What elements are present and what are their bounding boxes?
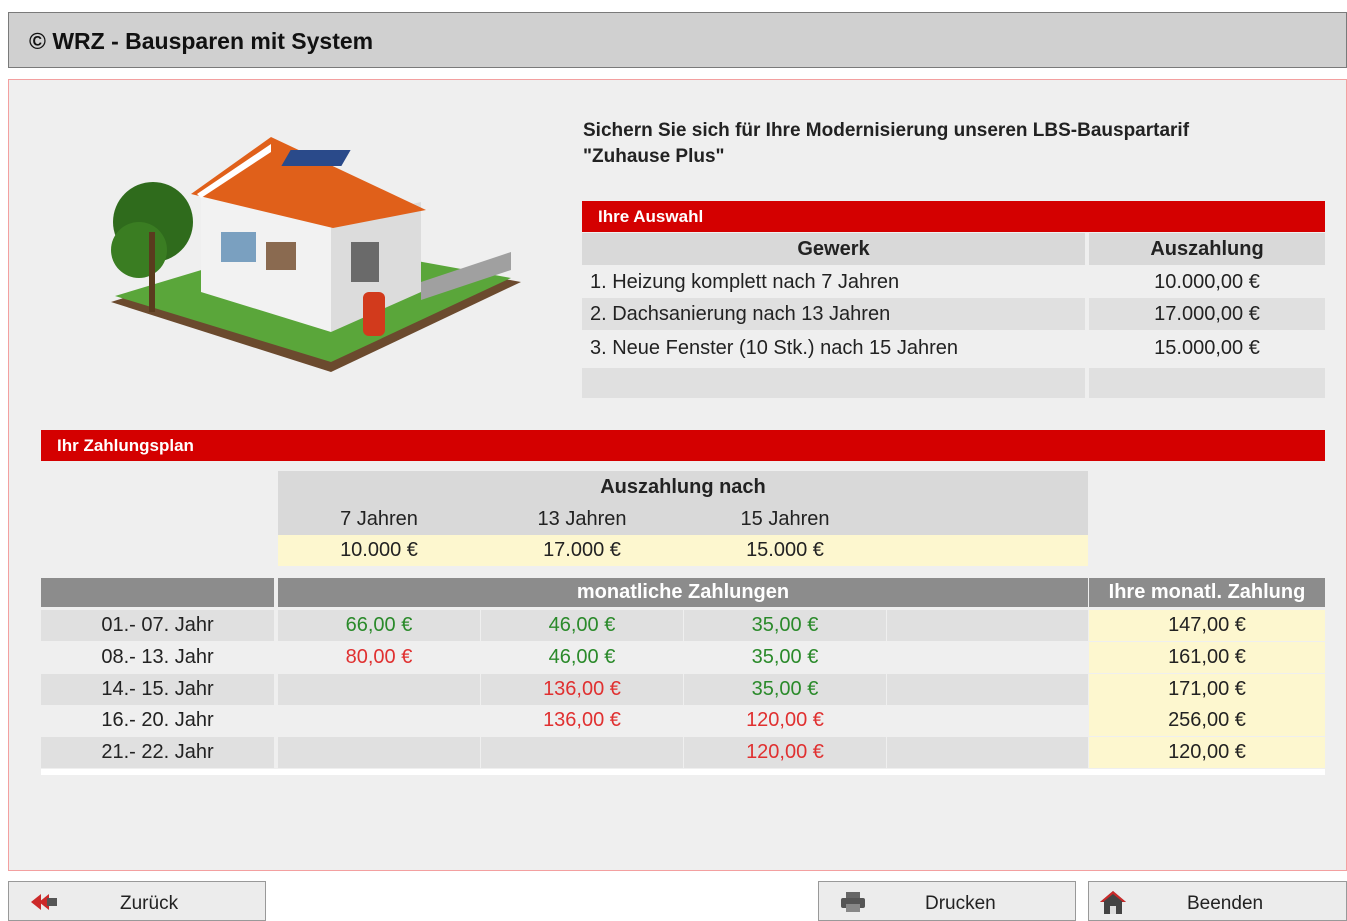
auswahl-row-2-gewerk: 2. Dachsanierung nach 13 Jahren — [582, 298, 1085, 330]
title-bar: © WRZ - Bausparen mit System — [8, 12, 1347, 68]
plan-row-5-total: 120,00 € — [1089, 737, 1325, 768]
plan-row-2-period: 08.- 13. Jahr — [41, 642, 274, 673]
print-button-label: Drucken — [925, 893, 996, 914]
plan-row-3-c2: 136,00 € — [481, 674, 683, 705]
plan-row-1-blank — [887, 610, 1088, 641]
amount-15: 15.000 € — [746, 539, 824, 561]
year-label-15: 15 Jahren — [740, 508, 830, 530]
plan-row-1-c2: 46,00 € — [481, 610, 683, 641]
plan-row-4-c3: 120,00 € — [684, 705, 886, 736]
auswahl-row-1-auszahlung: 10.000,00 € — [1089, 266, 1325, 298]
plan-row-2-total: 161,00 € — [1089, 642, 1325, 673]
auswahl-row-3-gewerk: 3. Neue Fenster (10 Stk.) nach 15 Jahren — [582, 331, 1085, 365]
plan-row-3-total: 171,00 € — [1089, 674, 1325, 705]
plan-row-4-c2: 136,00 € — [481, 705, 683, 736]
plan-row-2-c1: 80,00 € — [278, 642, 480, 673]
col-header-auszahlung: Auszahlung — [1089, 233, 1325, 265]
plan-row-3-c3: 35,00 € — [684, 674, 886, 705]
plan-heading: Ihr Zahlungsplan — [41, 430, 1325, 461]
plan-row-5-blank — [887, 737, 1088, 768]
main-panel: Sichern Sie sich für Ihre Modernisierung… — [8, 79, 1347, 871]
printer-icon — [841, 892, 865, 912]
year-label-7: 7 Jahren — [340, 508, 418, 530]
plan-row-5-c3: 120,00 € — [684, 737, 886, 768]
intro-text: Sichern Sie sich für Ihre Modernisierung… — [583, 120, 1190, 167]
back-button-label: Zurück — [120, 893, 179, 914]
home-icon — [1100, 891, 1126, 914]
plan-row-1-c1: 66,00 € — [278, 610, 480, 641]
plan-row-3-blank — [887, 674, 1088, 705]
auswahl-heading: Ihre Auswahl — [582, 201, 1325, 232]
year-label-13: 13 Jahren — [537, 508, 627, 530]
back-arrow-icon — [31, 894, 57, 910]
plan-row-4-blank — [887, 705, 1088, 736]
quit-button[interactable]: Beenden — [1088, 881, 1347, 921]
plan-row-4-period: 16.- 20. Jahr — [41, 705, 274, 736]
ihre-monatl-header: Ihre monatl. Zahlung — [1089, 578, 1325, 607]
plan-row-1-total: 147,00 € — [1089, 610, 1325, 641]
print-button[interactable]: Drucken — [818, 881, 1076, 921]
plan-row-2-c3: 35,00 € — [684, 642, 886, 673]
plan-row-1-period: 01.- 07. Jahr — [41, 610, 274, 641]
auswahl-row-2-auszahlung: 17.000,00 € — [1089, 298, 1325, 330]
amount-7: 10.000 € — [340, 539, 418, 561]
plan-row-4-c1 — [278, 705, 480, 736]
app-title: © WRZ - Bausparen mit System — [29, 28, 374, 54]
plan-row-3-period: 14.- 15. Jahr — [41, 674, 274, 705]
auswahl-empty-row-auszahlung — [1089, 368, 1325, 398]
plan-row-2-c2: 46,00 € — [481, 642, 683, 673]
auswahl-row-1-gewerk: 1. Heizung komplett nach 7 Jahren — [582, 266, 1085, 298]
back-button[interactable]: Zurück — [8, 881, 266, 921]
monatliche-header: monatliche Zahlungen — [278, 578, 1088, 607]
plan-row-4-total: 256,00 € — [1089, 705, 1325, 736]
col-header-gewerk: Gewerk — [582, 233, 1085, 265]
house-illustration — [111, 137, 521, 372]
period-header — [41, 578, 274, 607]
plan-row-2-blank — [887, 642, 1088, 673]
amount-13: 17.000 € — [543, 539, 621, 561]
plan-row-5-period: 21.- 22. Jahr — [41, 737, 274, 768]
plan-row-5-c1 — [278, 737, 480, 768]
quit-button-label: Beenden — [1187, 893, 1264, 914]
auswahl-row-3-auszahlung: 15.000,00 € — [1089, 331, 1325, 365]
plan-row-5-c2 — [481, 737, 683, 768]
table-bottom-divider — [41, 769, 1325, 775]
auswahl-empty-row-gewerk — [582, 368, 1085, 398]
auszahlung-nach-label: Auszahlung nach — [278, 471, 1088, 503]
plan-row-1-c3: 35,00 € — [684, 610, 886, 641]
plan-row-3-c1 — [278, 674, 480, 705]
